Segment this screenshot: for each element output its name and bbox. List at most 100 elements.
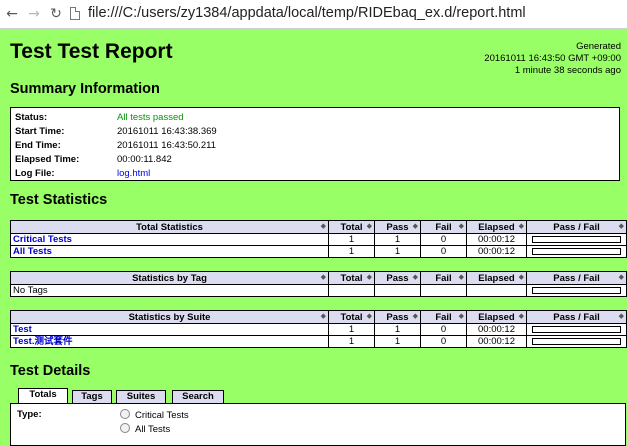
type-label: Type: [17,409,42,420]
generated-ago: 1 minute 38 seconds ago [514,65,621,76]
summary-row-start: Start Time: 20161011 16:43:38.369 [15,125,615,138]
page-title: Test Test Report [10,40,173,63]
sort-icon[interactable]: ◆ [413,222,418,230]
details-heading: Test Details [10,363,91,379]
option-critical-tests[interactable]: Critical Tests [120,409,189,422]
suite-name-link[interactable]: Test [13,324,32,335]
elapsed-value: 00:00:12 [466,245,527,258]
option-label: All Tests [135,424,171,435]
tab-totals[interactable]: Totals [18,388,68,403]
start-time-value: 20161011 16:43:38.369 [117,126,217,137]
sort-icon[interactable]: ◆ [519,273,524,281]
summary-heading: Summary Information [10,81,160,97]
back-arrow-icon[interactable]: ← [4,6,20,22]
statistics-heading: Test Statistics [10,192,108,208]
radio-button[interactable] [120,409,130,419]
fail-count: 0 [420,335,467,348]
generated-info: Generated 20161011 16:43:50 GMT +09:00 1… [484,41,621,77]
sort-icon[interactable]: ◆ [519,312,524,320]
browser-toolbar: ← → ↻ file:///C:/users/zy1384/appdata/lo… [0,0,627,29]
radio-button[interactable] [120,423,130,433]
sort-icon[interactable]: ◆ [459,222,464,230]
fail-count: 0 [420,245,467,258]
summary-label: End Time: [15,140,61,151]
column-header-fail[interactable]: Fail ◆ [420,271,467,285]
pass-fail-bar [532,338,621,345]
fail-count: 0 [420,233,467,246]
elapsed-value: 00:00:12 [466,323,527,336]
generated-label: Generated [576,41,621,52]
pass-count: 1 [374,335,421,348]
sort-icon[interactable]: ◆ [459,273,464,281]
elapsed-value: 00:00:12 [466,335,527,348]
summary-label: Elapsed Time: [15,154,80,165]
total-count: 1 [328,233,375,246]
end-time-value: 20161011 16:43:50.211 [117,140,216,151]
pass-count: 1 [374,245,421,258]
column-header-passfail[interactable]: Pass / Fail ◆ [526,310,627,324]
column-header-passfail[interactable]: Pass / Fail ◆ [526,220,627,234]
column-header-pass[interactable]: Pass ◆ [374,310,421,324]
summary-label: Start Time: [15,126,65,137]
column-header-passfail[interactable]: Pass / Fail ◆ [526,271,627,285]
pass-fail-bar [532,326,621,333]
pass-fail-bar [532,248,621,255]
sort-icon[interactable]: ◆ [367,312,372,320]
column-header-name[interactable]: Statistics by Suite ◆ [10,310,329,324]
forward-arrow-icon[interactable]: → [26,6,42,22]
option-label: Critical Tests [135,410,189,421]
total-count: 1 [328,323,375,336]
elapsed-time-value: 00:00:11.842 [117,154,172,165]
sort-icon[interactable]: ◆ [619,312,624,320]
summary-label: Log File: [15,168,55,179]
pass-count: 1 [374,323,421,336]
address-bar[interactable]: file:///C:/users/zy1384/appdata/local/te… [88,5,526,21]
sort-icon[interactable]: ◆ [619,273,624,281]
pass-fail-bar [532,287,621,294]
total-statistics-table: Total Statistics ◆ Total ◆ Pass ◆ Fail ◆ Ela… [10,220,627,258]
table-row: Critical Tests 1 1 0 00:00:12 [10,233,627,246]
pass-count: 1 [374,233,421,246]
sort-icon[interactable]: ◆ [321,312,326,320]
generated-time: 20161011 16:43:50 GMT +09:00 [484,53,621,64]
table-row: No Tags [10,284,627,297]
column-header-name[interactable]: Statistics by Tag ◆ [10,271,329,285]
column-header-elapsed[interactable]: Elapsed ◆ [466,220,527,234]
tab-suites[interactable]: Suites [116,390,166,403]
column-header-total[interactable]: Total ◆ [328,220,375,234]
column-header-pass[interactable]: Pass ◆ [374,271,421,285]
option-all-tests[interactable]: All Tests [120,423,170,436]
stat-name-link[interactable]: All Tests [13,246,52,257]
sort-icon[interactable]: ◆ [321,273,326,281]
column-header-pass[interactable]: Pass ◆ [374,220,421,234]
suite-name-link[interactable]: Test.测试套件 [13,336,72,347]
summary-row-end: End Time: 20161011 16:43:50.211 [15,139,615,152]
tab-tags[interactable]: Tags [72,390,112,403]
summary-row-elapsed: Elapsed Time: 00:00:11.842 [15,153,615,166]
sort-icon[interactable]: ◆ [321,222,326,230]
stat-name-link[interactable]: Critical Tests [13,234,72,245]
column-header-fail[interactable]: Fail ◆ [420,220,467,234]
sort-icon[interactable]: ◆ [413,273,418,281]
status-value: All tests passed [117,112,184,123]
pass-fail-bar [532,236,621,243]
total-count: 1 [328,335,375,348]
tab-search[interactable]: Search [172,390,224,403]
column-header-total[interactable]: Total ◆ [328,271,375,285]
column-header-elapsed[interactable]: Elapsed ◆ [466,271,527,285]
sort-icon[interactable]: ◆ [413,312,418,320]
sort-icon[interactable]: ◆ [367,273,372,281]
column-header-total[interactable]: Total ◆ [328,310,375,324]
reload-icon[interactable]: ↻ [48,6,64,22]
sort-icon[interactable]: ◆ [459,312,464,320]
table-row: Test 1 1 0 00:00:12 [10,323,627,336]
sort-icon[interactable]: ◆ [619,222,624,230]
column-header-elapsed[interactable]: Elapsed ◆ [466,310,527,324]
column-header-fail[interactable]: Fail ◆ [420,310,467,324]
sort-icon[interactable]: ◆ [519,222,524,230]
details-panel: Type: Critical Tests All Tests [10,403,626,446]
sort-icon[interactable]: ◆ [367,222,372,230]
elapsed-value: 00:00:12 [466,233,527,246]
column-header-name[interactable]: Total Statistics ◆ [10,220,329,234]
log-file-link[interactable]: log.html [117,167,150,180]
